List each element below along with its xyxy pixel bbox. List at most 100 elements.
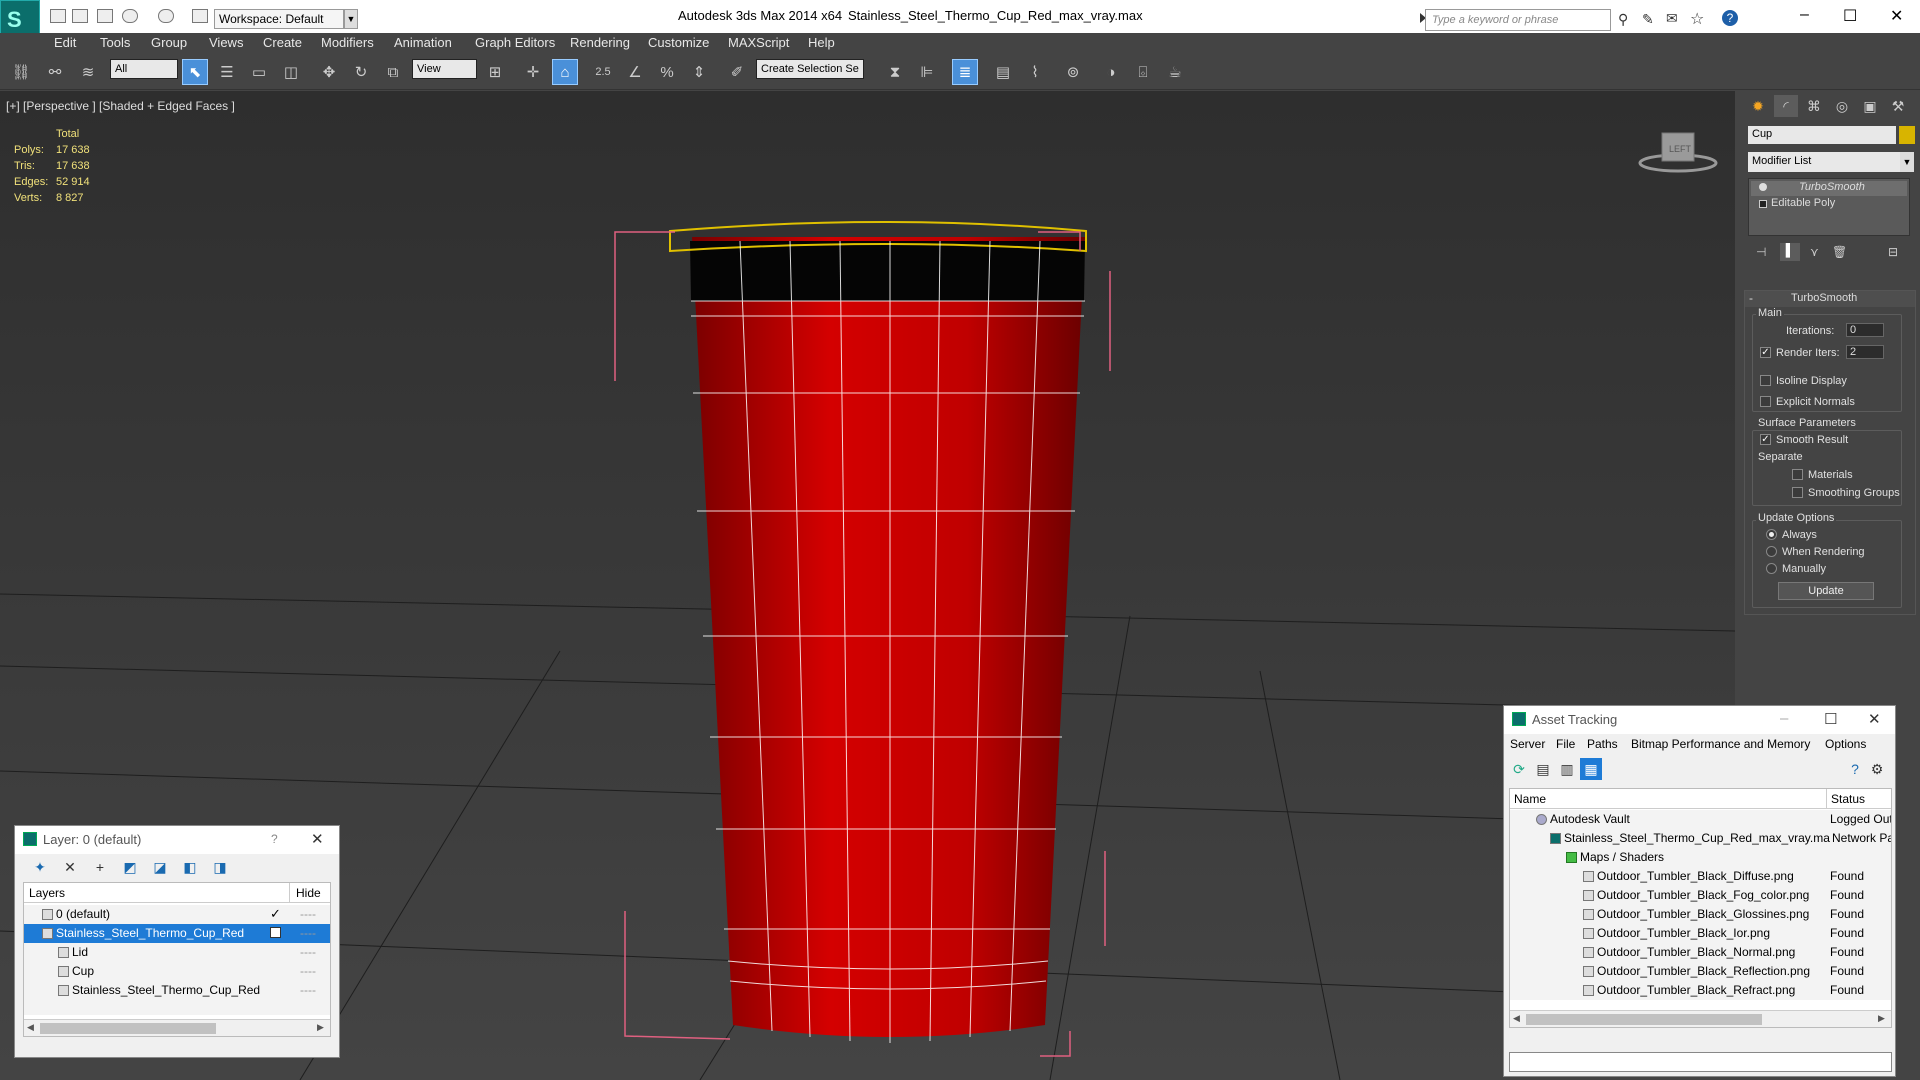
create-tab-icon[interactable]: ✹ [1746, 95, 1770, 117]
menu-server[interactable]: Server [1510, 737, 1545, 751]
stack-item-editable-poly[interactable]: Editable Poly [1751, 197, 1907, 212]
subscription-icon[interactable]: ✎ [1642, 11, 1654, 28]
rollout-header[interactable]: - TurboSmooth [1745, 291, 1915, 307]
snaps-toggle-icon[interactable]: 2.5 [590, 59, 616, 85]
show-end-result-icon[interactable]: ▌ [1780, 243, 1800, 261]
layer-row[interactable]: Cup ---- [24, 962, 330, 981]
schematic-view-icon[interactable]: ⊚ [1060, 59, 1086, 85]
materials-checkbox[interactable] [1792, 469, 1803, 480]
rectangular-selection-icon[interactable]: ▭ [246, 59, 272, 85]
menu-file[interactable]: File [1556, 737, 1575, 751]
iterations-spinner[interactable]: 0 [1846, 323, 1884, 337]
render-teapot-icon[interactable]: ☕ [1162, 59, 1188, 85]
menu-views[interactable]: Views [209, 35, 243, 50]
menu-customize[interactable]: Customize [648, 35, 709, 50]
chevron-down-icon[interactable]: ▼ [344, 9, 358, 29]
active-layer-check-icon[interactable]: ✓ [270, 906, 281, 922]
asset-row[interactable]: Outdoor_Tumbler_Black_Refract.png Found [1510, 981, 1891, 1000]
help-icon[interactable]: ? [1844, 758, 1866, 780]
scroll-left-icon[interactable]: ◀ [27, 1022, 34, 1033]
asset-row[interactable]: Autodesk Vault Logged Out [1510, 810, 1891, 829]
highlight-selected-icon[interactable]: ◪ [149, 856, 171, 878]
asset-row[interactable]: Outdoor_Tumbler_Black_Diffuse.png Found [1510, 867, 1891, 886]
help-icon[interactable]: ? [1722, 10, 1738, 26]
col-layers[interactable]: Layers [29, 886, 65, 900]
scroll-right-icon[interactable]: ▶ [1878, 1013, 1885, 1024]
workspace-dropdown[interactable]: Workspace: Default [214, 9, 344, 29]
window-crossing-icon[interactable]: ◫ [278, 59, 304, 85]
close-button[interactable]: ✕ [311, 830, 324, 848]
select-in-layer-icon[interactable]: ◩ [119, 856, 141, 878]
binoculars-icon[interactable]: ⚲ [1618, 11, 1628, 28]
menu-group[interactable]: Group [151, 35, 187, 50]
tree-view-icon[interactable]: ▥ [1556, 758, 1578, 780]
new-file-icon[interactable] [50, 9, 66, 23]
viewport-label[interactable]: [+] [Perspective ] [Shaded + Edged Faces… [6, 99, 235, 113]
search-input[interactable]: Type a keyword or phrase [1425, 9, 1611, 31]
hide-all-layers-icon[interactable]: ◧ [179, 856, 201, 878]
redo-icon[interactable] [158, 9, 174, 23]
display-tab-icon[interactable]: ▣ [1858, 95, 1882, 117]
angle-snap-icon[interactable]: ∠ [622, 59, 648, 85]
update-when-rendering-radio[interactable] [1766, 546, 1777, 557]
menu-animation[interactable]: Animation [394, 35, 452, 50]
update-always-radio[interactable] [1766, 529, 1777, 540]
percent-snap-icon[interactable]: % [654, 59, 680, 85]
pin-stack-icon[interactable]: ⊣ [1756, 245, 1766, 259]
maximize-button[interactable]: ☐ [1843, 6, 1857, 26]
project-folder-icon[interactable] [192, 9, 208, 23]
save-file-icon[interactable] [97, 9, 113, 23]
material-editor-icon[interactable]: ◑ [1098, 59, 1124, 85]
add-to-layer-icon[interactable]: + [89, 856, 111, 878]
chevron-down-icon[interactable]: ▼ [1900, 152, 1914, 172]
edit-named-selection-icon[interactable]: ✐ [724, 59, 750, 85]
menu-graph-editors[interactable]: Graph Editors [475, 35, 555, 50]
configure-modifier-sets-icon[interactable]: ⊟ [1888, 245, 1898, 259]
close-button[interactable]: ✕ [1868, 710, 1881, 728]
layer-row[interactable]: Lid ---- [24, 943, 330, 962]
asset-row[interactable]: Stainless_Steel_Thermo_Cup_Red_max_vray.… [1510, 829, 1891, 848]
asset-row[interactable]: Outdoor_Tumbler_Black_Normal.png Found [1510, 943, 1891, 962]
reference-coordinate-dropdown[interactable]: View [412, 59, 477, 79]
scroll-right-icon[interactable]: ▶ [317, 1022, 324, 1033]
select-and-scale-icon[interactable]: ⧉ [380, 59, 406, 85]
isoline-display-checkbox[interactable] [1760, 375, 1771, 386]
list-view-icon[interactable]: ▤ [1532, 758, 1554, 780]
modifier-list-dropdown[interactable]: Modifier List [1748, 152, 1902, 172]
settings-icon[interactable]: ⚙ [1866, 758, 1888, 780]
layer-row[interactable]: 0 (default) ✓ ---- [24, 905, 330, 924]
select-and-move-icon[interactable]: ✥ [316, 59, 342, 85]
asset-path-field[interactable] [1509, 1052, 1892, 1072]
hide-toggle[interactable]: ---- [300, 983, 316, 997]
horizontal-scrollbar[interactable]: ◀ ▶ [1510, 1010, 1891, 1027]
render-iters-spinner[interactable]: 2 [1846, 345, 1884, 359]
layer-row[interactable]: Stainless_Steel_Thermo_Cup_Red ---- [24, 924, 330, 943]
smoothing-groups-checkbox[interactable] [1792, 487, 1803, 498]
stack-item-turbosmooth[interactable]: TurboSmooth [1751, 181, 1907, 196]
select-by-name-icon[interactable]: ☰ [214, 59, 240, 85]
menu-tools[interactable]: Tools [100, 35, 130, 50]
minimize-button[interactable]: – [1800, 6, 1809, 24]
minimize-button[interactable]: – [1780, 710, 1788, 727]
asset-row[interactable]: Outdoor_Tumbler_Black_Fog_color.png Foun… [1510, 886, 1891, 905]
object-name-field[interactable]: Cup [1748, 126, 1896, 144]
close-button[interactable]: ✕ [1890, 6, 1903, 26]
mirror-icon[interactable]: ⧗ [882, 59, 908, 85]
layer-row[interactable]: Stainless_Steel_Thermo_Cup_Red ---- [24, 981, 330, 1000]
make-active-layer-box[interactable] [270, 927, 281, 938]
hide-toggle[interactable]: ---- [300, 964, 316, 978]
curve-editor-icon[interactable]: ⌇ [1022, 59, 1048, 85]
col-status[interactable]: Status [1831, 792, 1865, 806]
pivot-center-icon[interactable]: ⊞ [482, 59, 508, 85]
unlink-icon[interactable]: ⚯ [42, 59, 68, 85]
select-manipulate-icon[interactable]: ✛ [520, 59, 546, 85]
hierarchy-tab-icon[interactable]: ⌘ [1802, 95, 1826, 117]
delete-layer-icon[interactable]: ✕ [59, 856, 81, 878]
asset-row[interactable]: Outdoor_Tumbler_Black_Reflection.png Fou… [1510, 962, 1891, 981]
table-view-icon[interactable]: ▦ [1580, 758, 1602, 780]
update-manually-radio[interactable] [1766, 563, 1777, 574]
menu-edit[interactable]: Edit [54, 35, 76, 50]
horizontal-scrollbar[interactable]: ◀ ▶ [24, 1019, 330, 1036]
help-button[interactable]: ? [271, 832, 278, 846]
scroll-left-icon[interactable]: ◀ [1513, 1013, 1520, 1024]
